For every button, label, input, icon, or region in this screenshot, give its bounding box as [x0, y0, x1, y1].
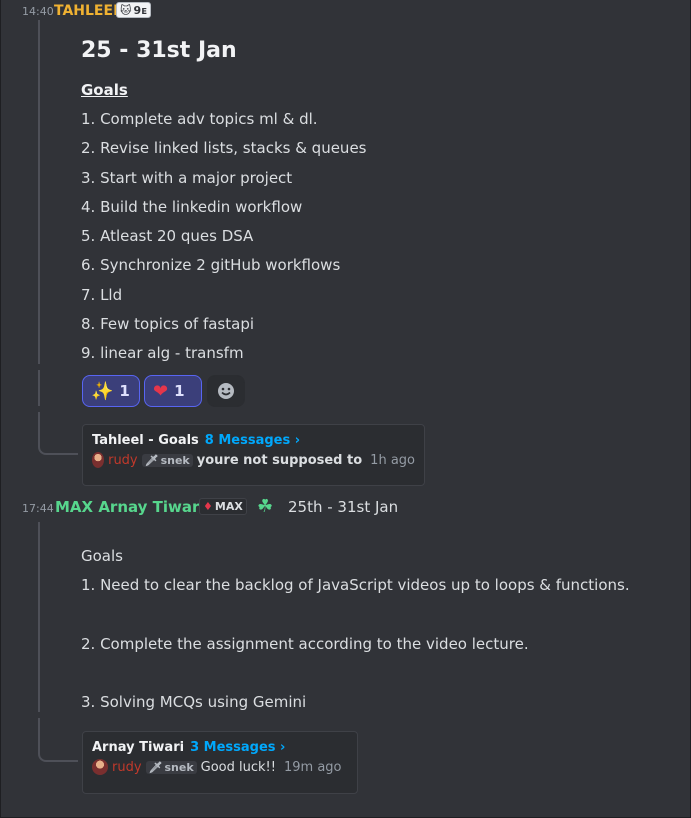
thread-author[interactable]: rudy [112, 760, 142, 775]
message-line: 2. Complete the assignment according to … [81, 635, 529, 653]
thread-title[interactable]: Tahleel - Goals 8 Messages › [92, 433, 415, 448]
sword-icon: 🗡 [148, 760, 163, 774]
reaction-sparkles[interactable]: ✨ 1 [82, 375, 140, 407]
thread-title[interactable]: Arnay Tiwari 3 Messages › [92, 740, 348, 755]
thread-message-count[interactable]: 8 Messages › [205, 433, 300, 448]
sparkles-icon: ✨ [91, 380, 114, 402]
message-line: 3. Solving MCQs using Gemini [81, 693, 307, 711]
author-tag[interactable]: 🗡 snek [141, 453, 193, 467]
add-reaction-button[interactable] [207, 375, 245, 407]
message-line: Goals [81, 547, 123, 565]
thread-preview: Good luck!! [200, 759, 276, 775]
reply-guide-line [38, 20, 40, 364]
username-tahleel[interactable]: TAHLEEL [54, 3, 122, 19]
message-heading: 25 - 31st Jan [81, 38, 237, 63]
goal-item: 8. Few topics of fastapi [81, 315, 255, 333]
thread-card-arnay[interactable]: Arnay Tiwari 3 Messages › rudy 🗡 snek Good… [82, 731, 358, 794]
reaction-count: 1 [119, 382, 130, 400]
thread-connector [38, 412, 78, 455]
gem-icon: ♦ [203, 500, 213, 513]
goal-item: 5. Atleast 20 ques DSA [81, 227, 254, 245]
goal-item: 3. Start with a major project [81, 169, 293, 187]
goal-item: 2. Revise linked lists, stacks & queues [81, 139, 367, 157]
clover-icon: ☘ [257, 496, 274, 517]
message-inline-text: 25th - 31st Jan [288, 498, 399, 516]
chat-panel: 14:40 TAHLEEL 🐱 9ᴇ 25 - 31st Jan Goals 1.… [0, 0, 691, 818]
thread-last-message: rudy 🗡 snek youre not supposed to 1h ago [92, 452, 415, 468]
goals-heading: Goals [81, 81, 128, 99]
thread-preview: youre not supposed to [196, 452, 363, 468]
thread-last-message: rudy 🗡 snek Good luck!! 19m ago [92, 759, 348, 775]
user-tag[interactable]: 🐱 9ᴇ [116, 2, 152, 18]
goal-item: 9. linear alg - transfm [81, 344, 244, 362]
smiley-icon [218, 383, 234, 399]
goal-item: 4. Build the linkedin workflow [81, 198, 303, 216]
cat-icon: 🐱 [120, 3, 132, 17]
user-tag[interactable]: ♦ MAX [199, 498, 247, 515]
thread-connector [38, 718, 78, 762]
avatar[interactable] [92, 452, 105, 468]
thread-author[interactable]: rudy [108, 453, 138, 468]
goal-item: 6. Synchronize 2 gitHub workflows [81, 256, 341, 274]
thread-time: 1h ago [370, 452, 415, 468]
reply-guide-line [38, 522, 40, 712]
heart-icon: ❤ [153, 380, 169, 402]
thread-message-count[interactable]: 3 Messages › [190, 740, 285, 755]
author-tag[interactable]: 🗡 snek [145, 760, 197, 774]
thread-card-tahleel[interactable]: Tahleel - Goals 8 Messages › rudy 🗡 snek y… [82, 424, 425, 486]
message-line: 1. Need to clear the backlog of JavaScri… [81, 576, 630, 594]
goal-item: 7. Lld [81, 286, 123, 304]
message-timestamp: 17:44 [22, 502, 54, 515]
reaction-heart[interactable]: ❤ 1 [144, 375, 202, 407]
goal-item: 1. Complete adv topics ml & dl. [81, 110, 318, 128]
reply-guide-line [38, 370, 40, 406]
avatar[interactable] [92, 759, 108, 775]
sword-icon: 🗡 [144, 453, 159, 467]
message-timestamp: 14:40 [22, 5, 54, 18]
thread-time: 19m ago [283, 759, 342, 775]
reaction-count: 1 [174, 382, 185, 400]
username-arnay[interactable]: MAX Arnay Tiwari [55, 498, 205, 516]
